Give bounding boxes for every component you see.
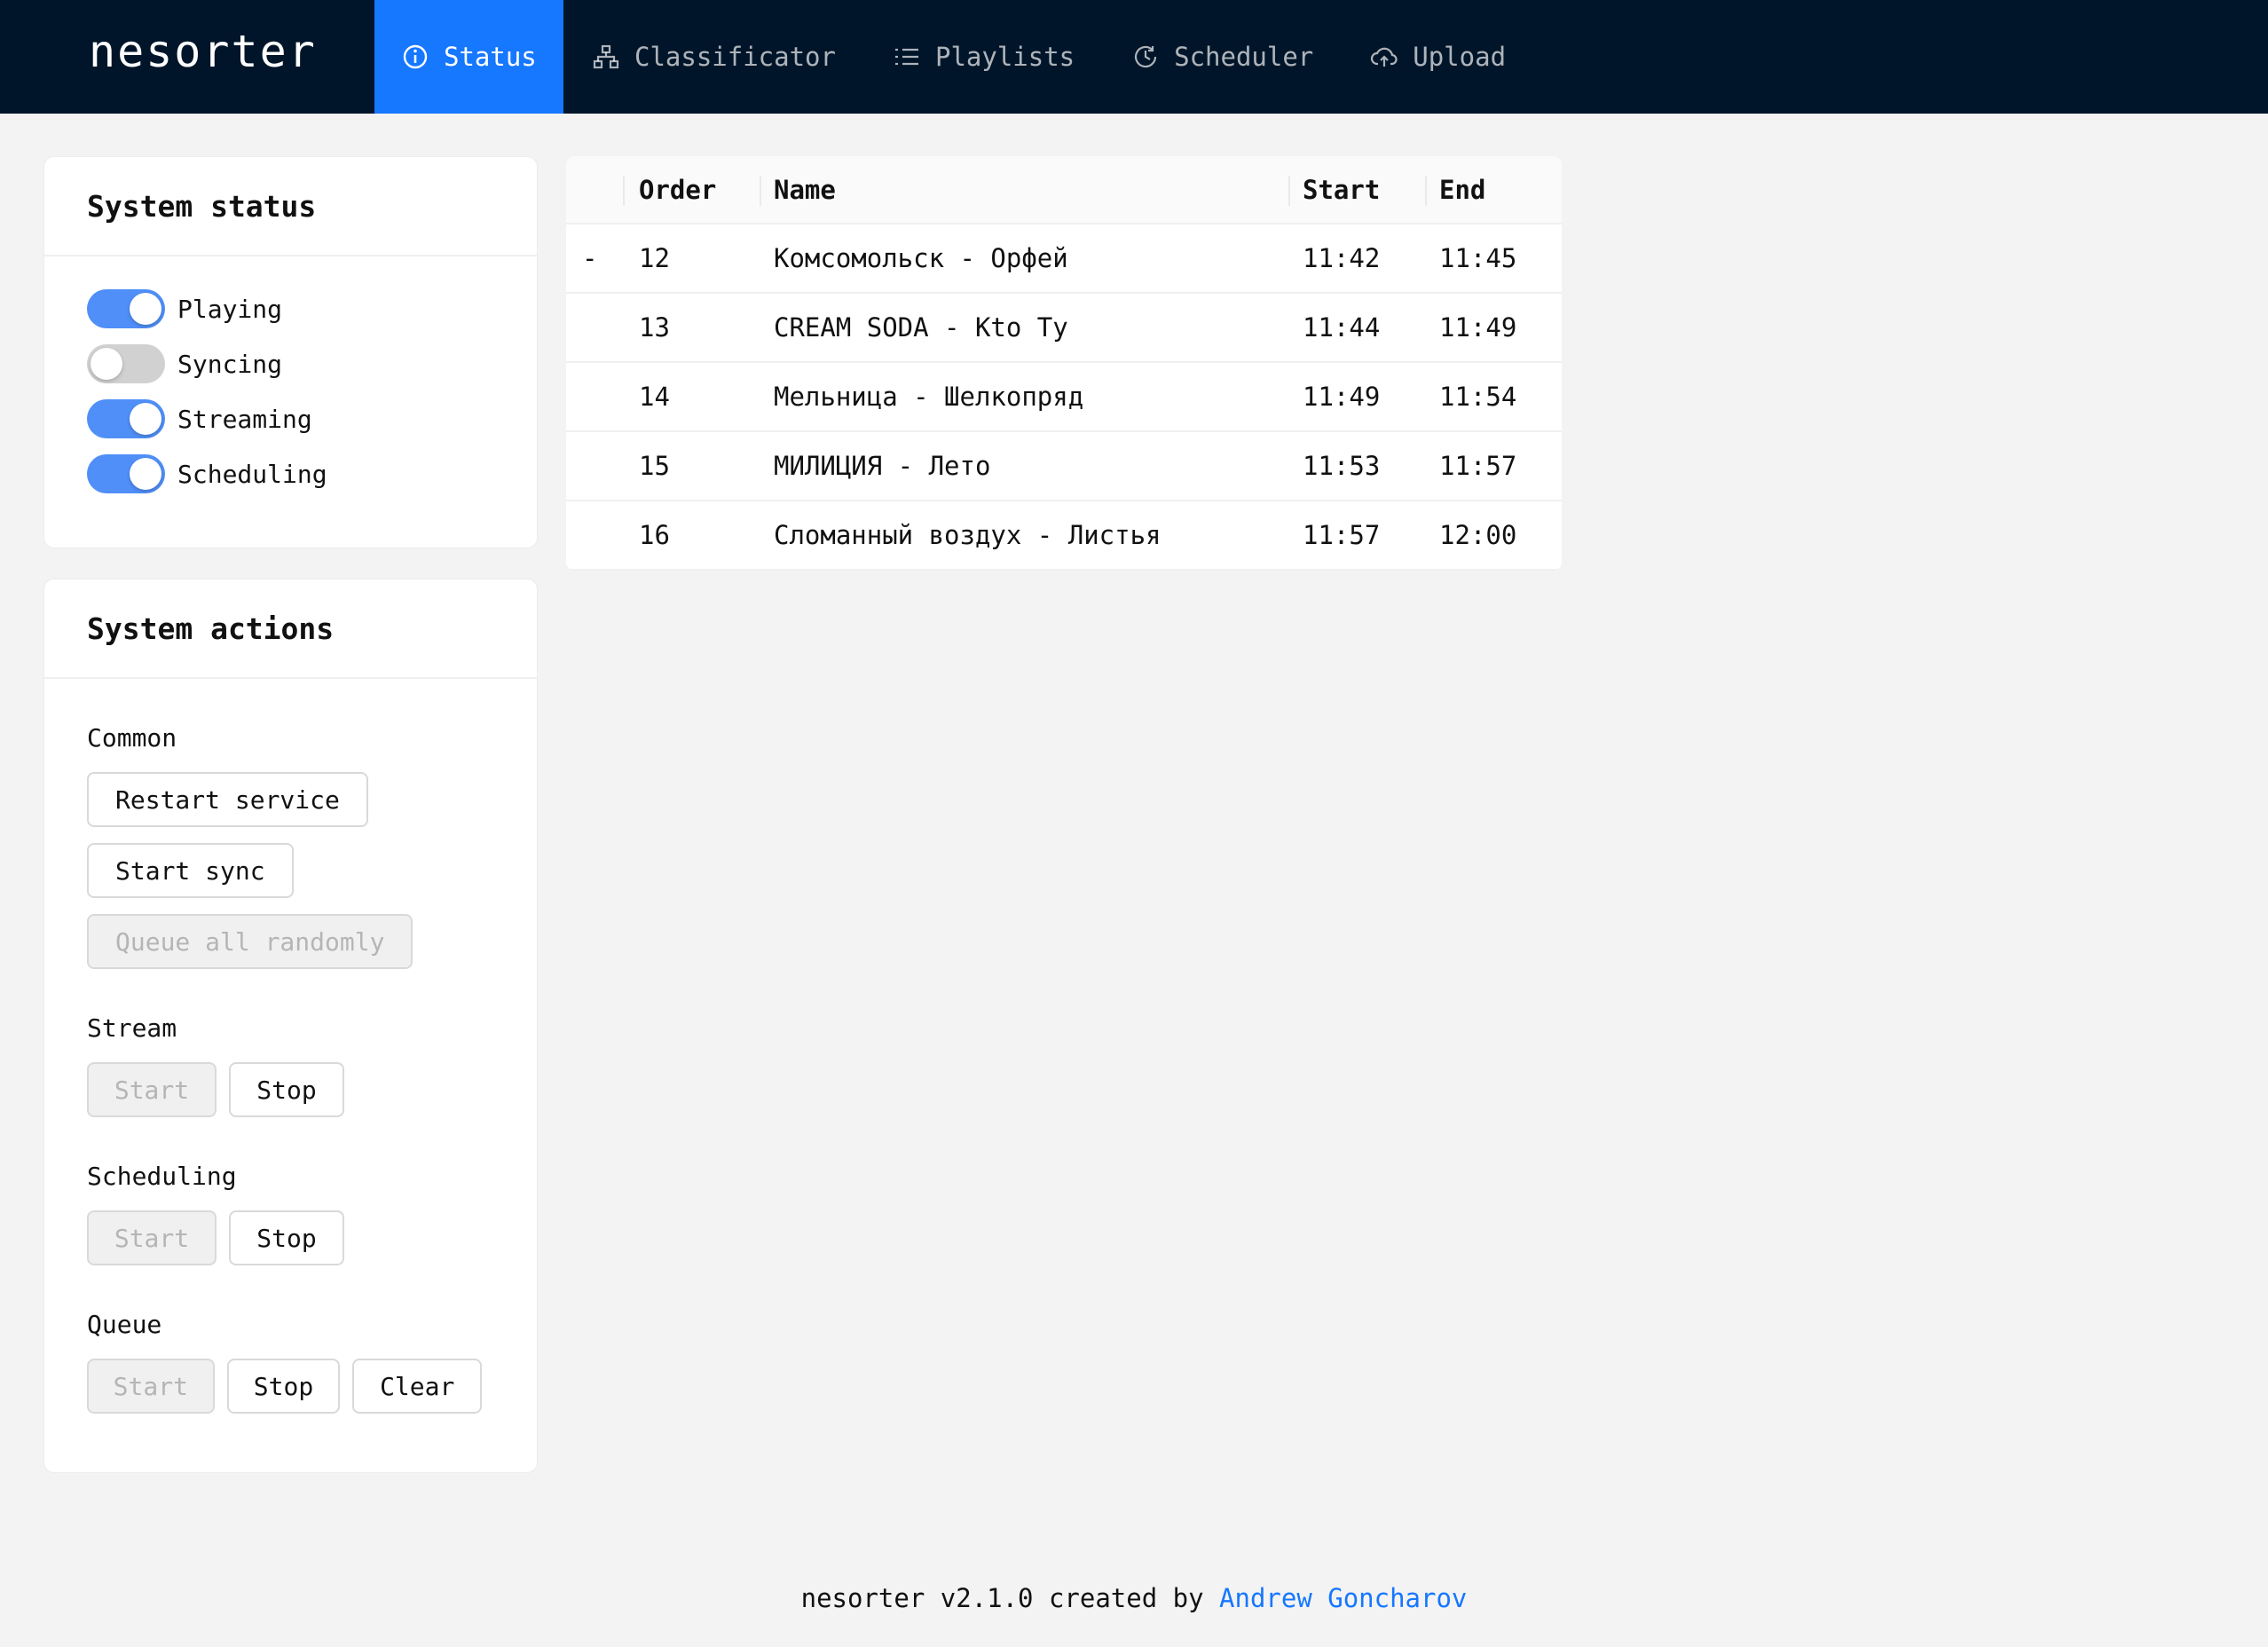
switch-row-playing: Playing <box>87 281 494 336</box>
table-row[interactable]: 16 Сломанный воздух - Листья 11:57 12:00 <box>566 501 1562 571</box>
queue-stop-button[interactable]: Stop <box>226 1359 341 1414</box>
row-name: CREAM SODA - Kto Ty <box>774 312 1068 343</box>
toggle-knob <box>130 403 161 435</box>
header-cell-name: Name <box>760 156 1288 223</box>
nav-tab-upload[interactable]: Upload <box>1342 0 1534 114</box>
stream-stop-button[interactable]: Stop <box>229 1062 344 1117</box>
nav-tab-label: Status <box>444 42 537 72</box>
header-cell-order: Order <box>623 156 760 223</box>
top-header: nesorter Status Classificator Playlists … <box>0 0 2268 114</box>
info-icon <box>401 43 429 71</box>
table-row[interactable]: - 12 Комсомольск - Орфей 11:42 11:45 <box>566 225 1562 294</box>
section-label-common: Common <box>87 723 177 753</box>
card-title: System actions <box>44 579 537 679</box>
row-marker: - <box>582 243 598 273</box>
streaming-toggle[interactable] <box>87 399 165 438</box>
header-cell-start: Start <box>1288 156 1425 223</box>
section-label-queue: Queue <box>87 1310 162 1339</box>
row-end: 11:49 <box>1439 312 1517 343</box>
row-order: 15 <box>639 451 670 481</box>
nav-tab-playlists[interactable]: Playlists <box>864 0 1103 114</box>
row-start: 11:53 <box>1303 451 1381 481</box>
switch-row-syncing: Syncing <box>87 336 494 391</box>
scheduling-stop-button[interactable]: Stop <box>229 1210 344 1265</box>
scheduling-toggle[interactable] <box>87 454 165 493</box>
row-order: 16 <box>639 520 670 550</box>
start-sync-button[interactable]: Start sync <box>87 843 294 898</box>
row-end: 11:45 <box>1439 243 1517 273</box>
main-nav: Status Classificator Playlists Scheduler… <box>374 0 1534 114</box>
row-start: 11:42 <box>1303 243 1381 273</box>
row-order: 14 <box>639 382 670 412</box>
hierarchy-icon <box>592 43 620 71</box>
row-name: Сломанный воздух - Листья <box>774 520 1162 550</box>
list-icon <box>893 43 921 71</box>
queue-table: Order Name Start End - 12 Комсомольск - … <box>566 156 1562 571</box>
footer-text: nesorter v2.1.0 created by <box>800 1583 1204 1613</box>
row-order: 12 <box>639 243 670 273</box>
nav-tab-label: Upload <box>1413 42 1507 72</box>
toggle-knob <box>130 293 161 325</box>
nav-tab-label: Scheduler <box>1174 42 1314 72</box>
table-row[interactable]: 13 CREAM SODA - Kto Ty 11:44 11:49 <box>566 294 1562 363</box>
queue-all-randomly-button[interactable]: Queue all randomly <box>87 914 413 969</box>
row-start: 11:49 <box>1303 382 1381 412</box>
page-footer: nesorter v2.1.0 created by Andrew Goncha… <box>0 1583 2268 1613</box>
row-marker <box>566 432 623 500</box>
table-row[interactable]: 15 МИЛИЦИЯ - Лето 11:53 11:57 <box>566 432 1562 501</box>
nav-tab-scheduler[interactable]: Scheduler <box>1103 0 1342 114</box>
clock-icon <box>1131 43 1160 71</box>
cloud-upload-icon <box>1370 43 1398 71</box>
row-start: 11:57 <box>1303 520 1381 550</box>
switch-label: Playing <box>177 294 283 324</box>
toggle-knob <box>130 458 161 490</box>
row-end: 12:00 <box>1439 520 1517 550</box>
nav-tab-status[interactable]: Status <box>374 0 563 114</box>
switch-label: Scheduling <box>177 459 327 489</box>
table-header: Order Name Start End <box>566 156 1562 225</box>
app-logo[interactable]: nesorter <box>89 20 317 83</box>
row-marker <box>566 501 623 569</box>
author-link[interactable]: Andrew Goncharov <box>1219 1583 1467 1613</box>
nav-tab-classificator[interactable]: Classificator <box>563 0 864 114</box>
header-cell-end: End <box>1425 156 1562 223</box>
switch-row-scheduling: Scheduling <box>87 446 494 501</box>
restart-service-button[interactable]: Restart service <box>87 772 368 827</box>
switch-label: Syncing <box>177 349 283 379</box>
row-name: Комсомольск - Орфей <box>774 243 1068 273</box>
toggle-knob <box>91 348 122 380</box>
system-actions-card: System actions Common Restart service St… <box>43 579 538 1473</box>
queue-start-button[interactable]: Start <box>87 1359 215 1414</box>
system-status-card: System status Playing Syncing Streaming … <box>43 156 538 548</box>
row-end: 11:54 <box>1439 382 1517 412</box>
card-title: System status <box>44 157 537 256</box>
row-end: 11:57 <box>1439 451 1517 481</box>
scheduling-start-button[interactable]: Start <box>87 1210 217 1265</box>
syncing-toggle[interactable] <box>87 344 165 383</box>
row-order: 13 <box>639 312 670 343</box>
section-label-scheduling: Scheduling <box>87 1162 237 1191</box>
row-marker <box>566 294 623 361</box>
row-marker <box>566 363 623 430</box>
switch-row-streaming: Streaming <box>87 391 494 446</box>
nav-tab-label: Classificator <box>634 42 836 72</box>
nav-tab-label: Playlists <box>934 42 1075 72</box>
playing-toggle[interactable] <box>87 289 165 328</box>
stream-start-button[interactable]: Start <box>87 1062 217 1117</box>
row-start: 11:44 <box>1303 312 1381 343</box>
row-name: МИЛИЦИЯ - Лето <box>774 451 991 481</box>
header-cell-marker <box>566 156 623 223</box>
switch-label: Streaming <box>177 404 312 434</box>
section-label-stream: Stream <box>87 1013 177 1043</box>
queue-clear-button[interactable]: Clear <box>352 1359 482 1414</box>
row-name: Мельница - Шелкопряд <box>774 382 1084 412</box>
table-row[interactable]: 14 Мельница - Шелкопряд 11:49 11:54 <box>566 363 1562 432</box>
